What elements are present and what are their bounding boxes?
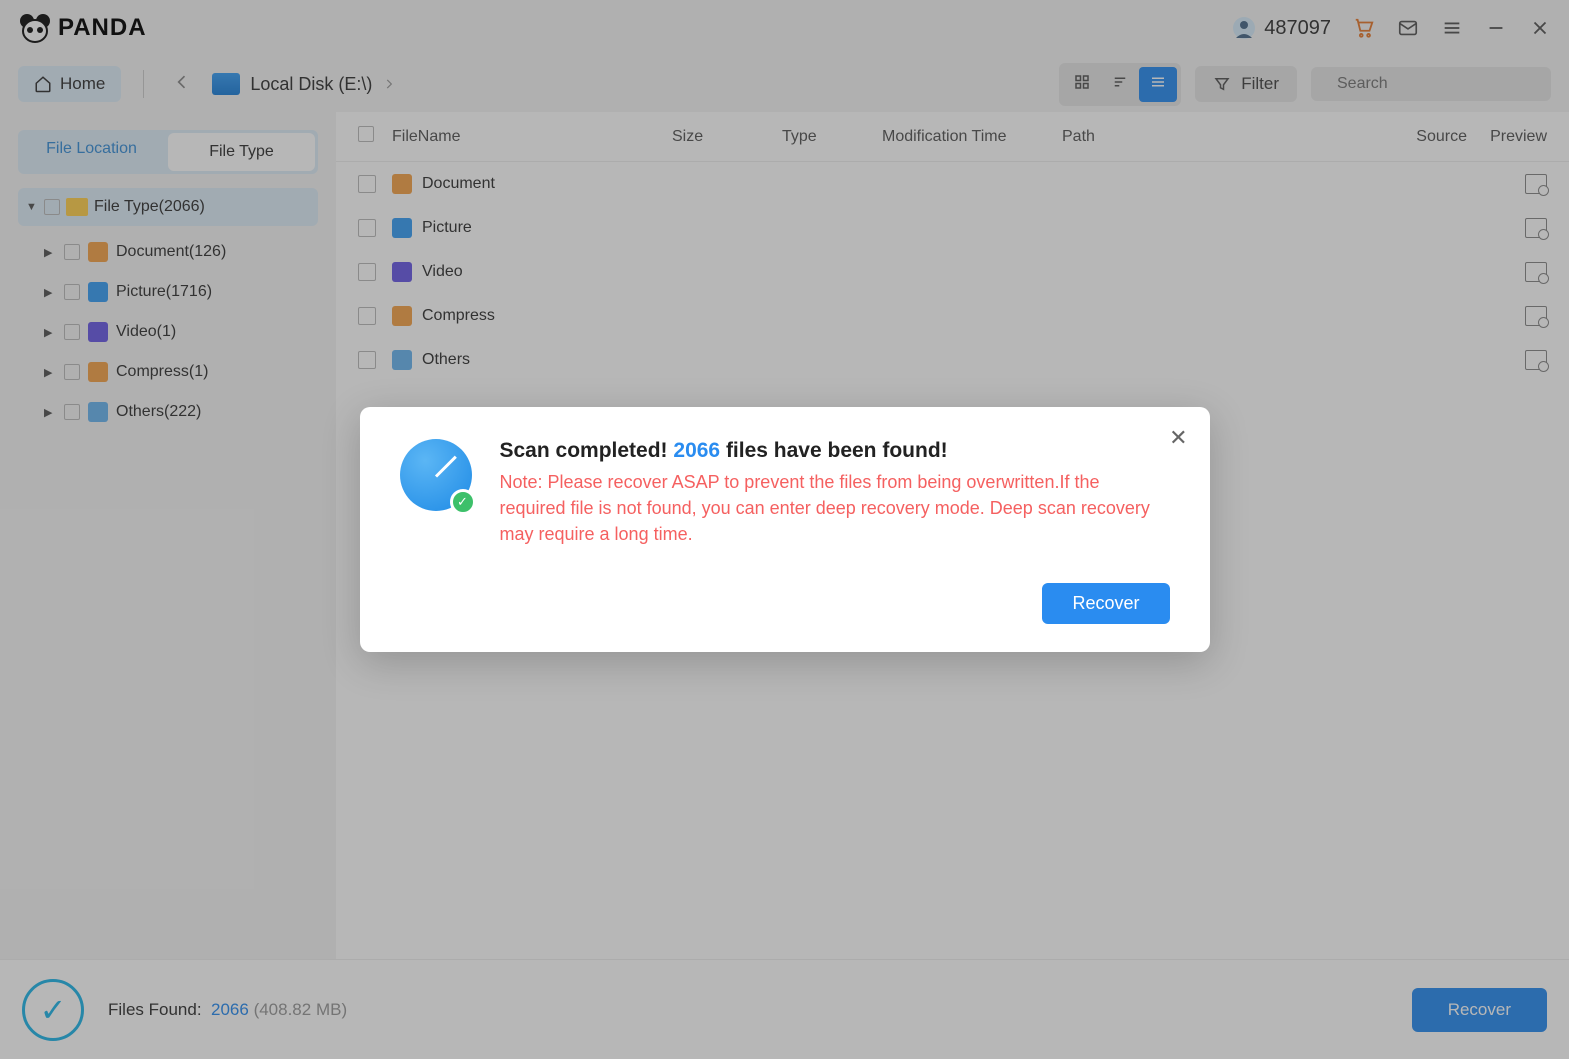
dialog-close-icon[interactable]: ✕ [1169,425,1187,451]
scan-success-icon: ✓ [400,439,472,511]
modal-overlay: ✕ ✓ Scan completed! 2066 files have been… [0,0,1569,1059]
dialog-note: Note: Please recover ASAP to prevent the… [500,469,1170,547]
dialog-recover-button[interactable]: Recover [1042,583,1169,624]
dialog-title: Scan completed! 2066 files have been fou… [500,439,1170,463]
scan-complete-dialog: ✕ ✓ Scan completed! 2066 files have been… [360,407,1210,652]
